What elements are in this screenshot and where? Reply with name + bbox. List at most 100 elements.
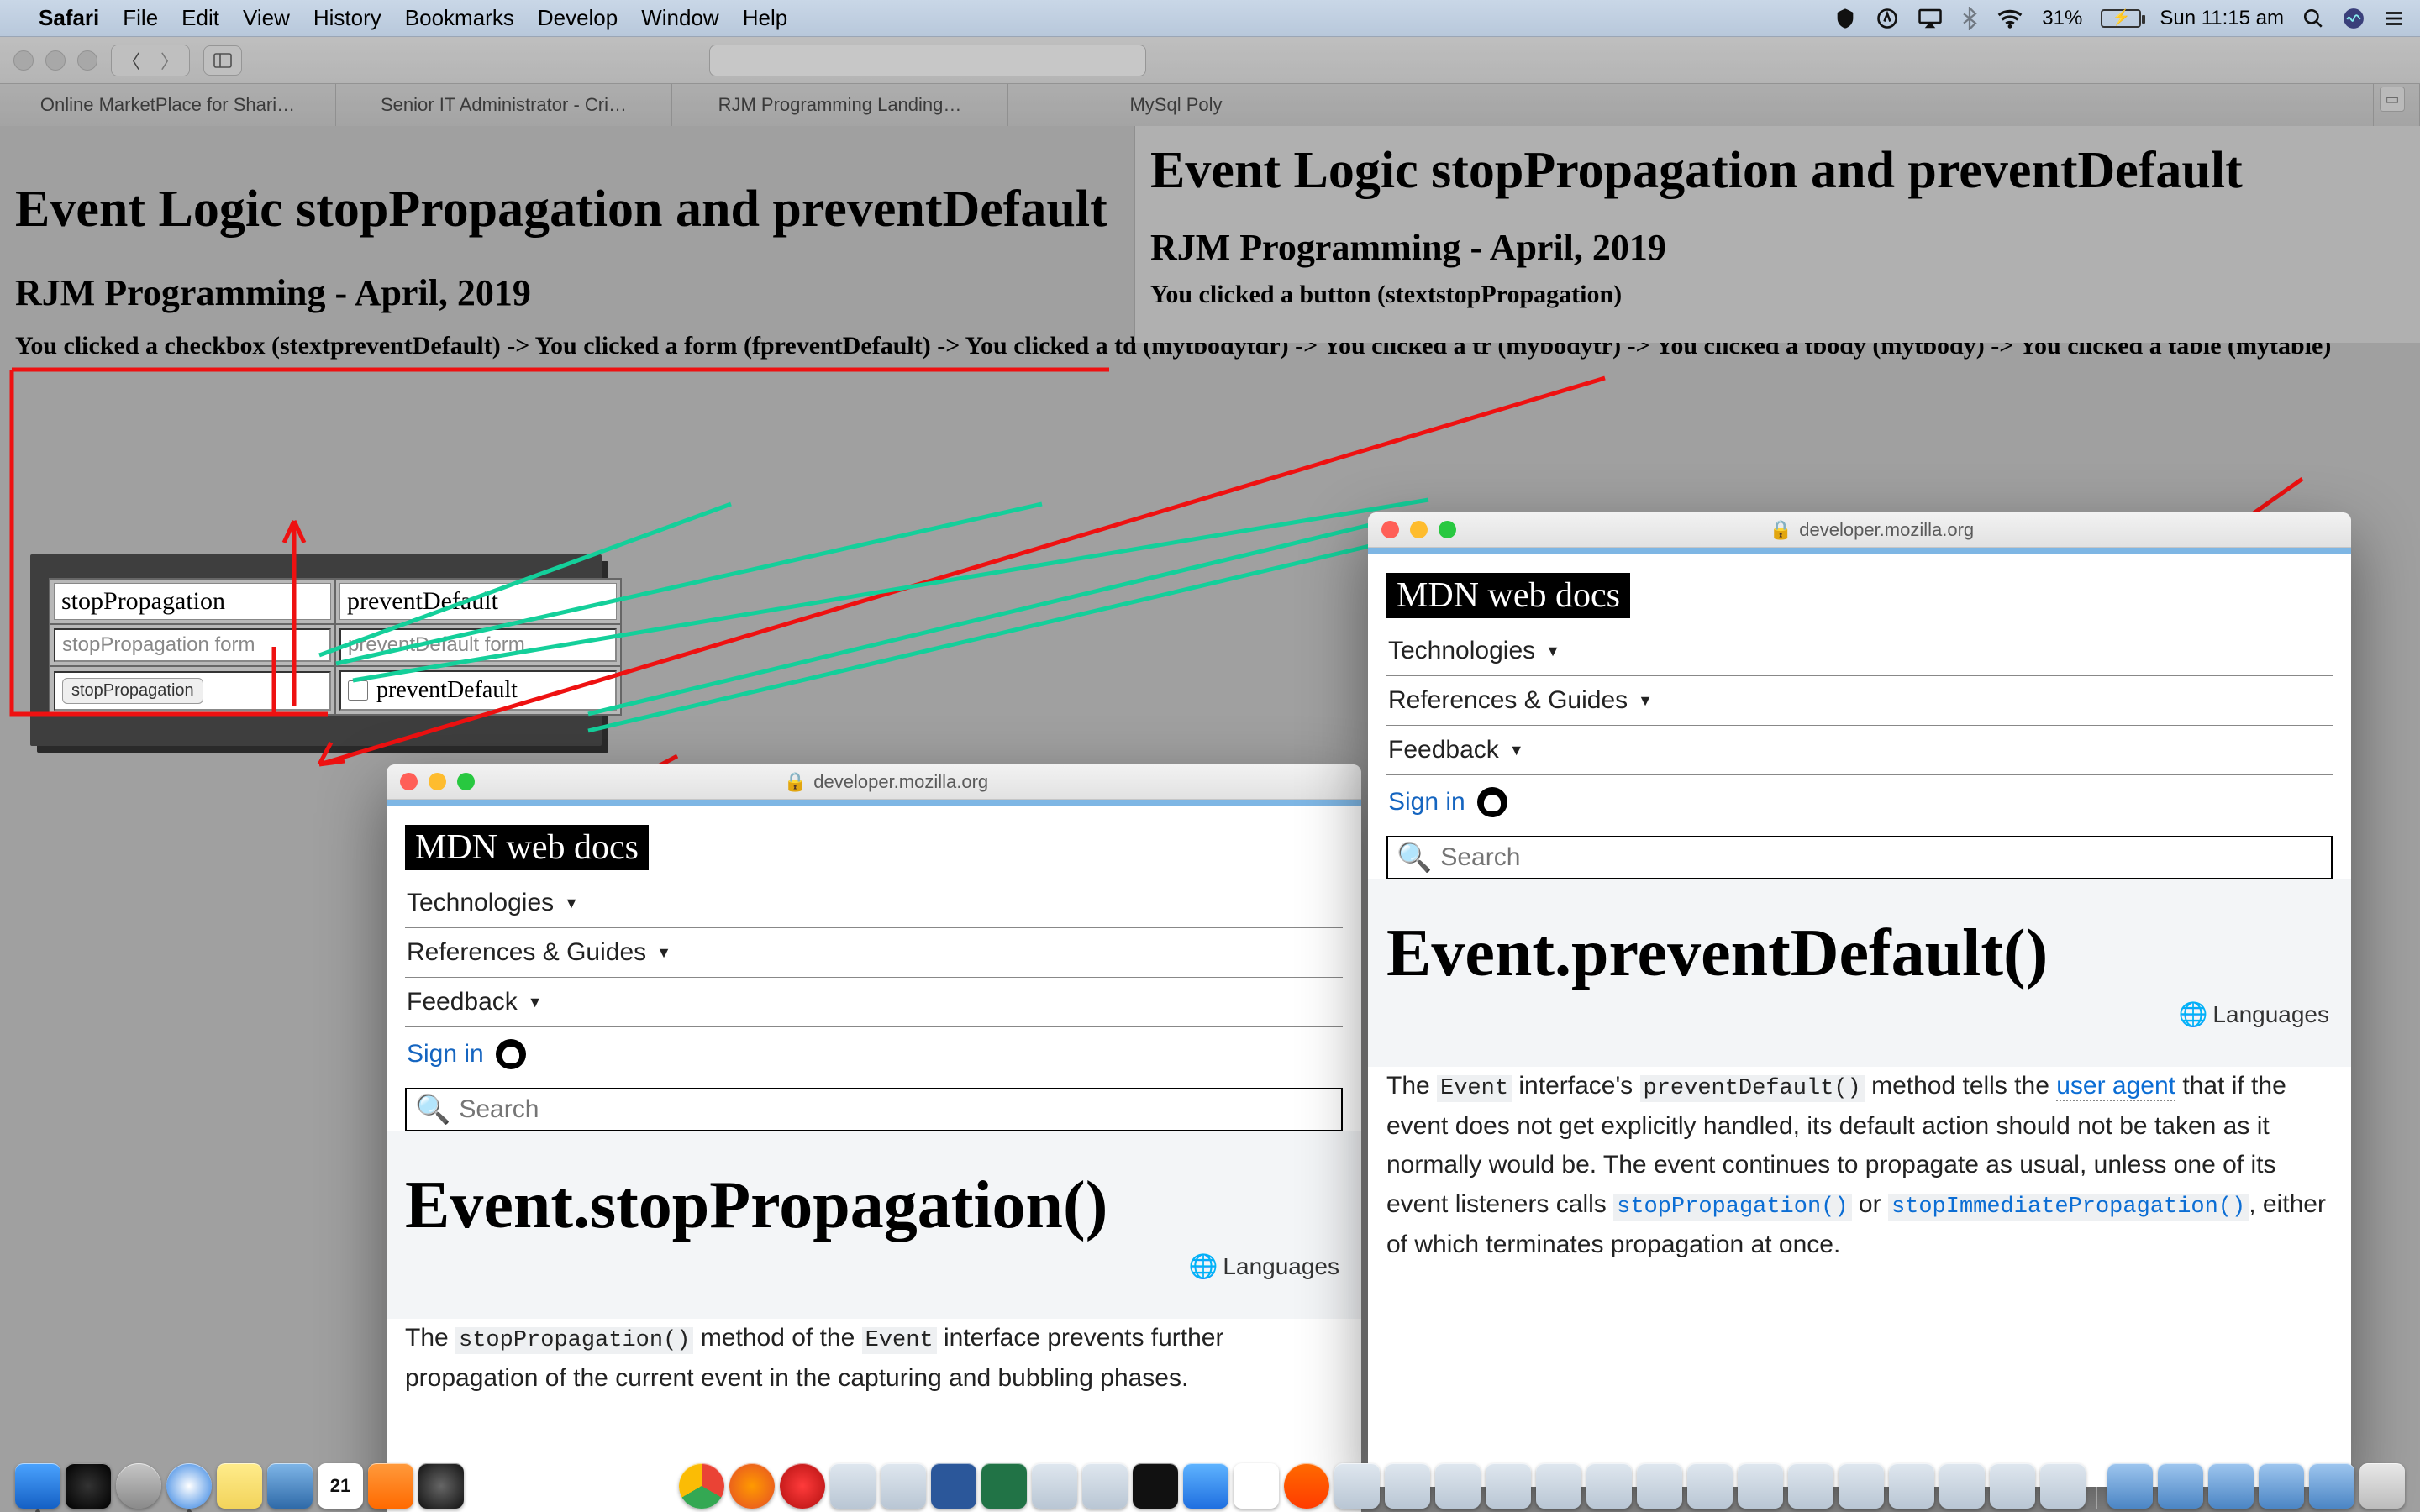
window-controls[interactable] (13, 50, 97, 71)
menu-develop[interactable]: Develop (538, 5, 618, 31)
menu-view[interactable]: View (243, 5, 290, 31)
search-input[interactable] (459, 1095, 1333, 1124)
dock-app[interactable] (2040, 1463, 2086, 1509)
dock-app[interactable] (1738, 1463, 1783, 1509)
dock-books[interactable] (368, 1463, 413, 1509)
mdn-window-stoppropagation[interactable]: 🔒developer.mozilla.org MDN web docs Tech… (387, 764, 1361, 1512)
zoom-button[interactable] (1439, 521, 1456, 538)
search-field[interactable]: 🔍 (405, 1088, 1343, 1131)
mdn-logo[interactable]: MDN web docs (1386, 573, 1630, 618)
dock-app[interactable] (1637, 1463, 1682, 1509)
sidebar-toggle-button[interactable] (203, 45, 242, 76)
dock-finder[interactable] (15, 1463, 60, 1509)
dock-mail[interactable] (1183, 1463, 1228, 1509)
window-titlebar[interactable]: 🔒developer.mozilla.org (1368, 512, 2351, 548)
search-input[interactable] (1440, 843, 2323, 872)
mdn-window-preventdefault[interactable]: 🔒developer.mozilla.org MDN web docs Tech… (1368, 512, 2351, 1487)
dock-app[interactable] (1939, 1463, 1985, 1509)
dock-trash[interactable] (2360, 1463, 2405, 1509)
dock-opera[interactable] (780, 1463, 825, 1509)
dock-quicktime[interactable] (418, 1463, 464, 1509)
battery-icon[interactable]: ⚡ (2101, 9, 2141, 28)
menubar-clock[interactable]: Sun 11:15 am (2160, 7, 2284, 30)
dock-app[interactable] (881, 1463, 926, 1509)
stoppropagation-form-input[interactable] (54, 628, 331, 662)
window-titlebar[interactable]: 🔒developer.mozilla.org (387, 764, 1361, 800)
wifi-icon[interactable] (1996, 8, 2023, 29)
table-row[interactable]: stopPropagation preventDefault (50, 579, 621, 624)
mdn-logo[interactable]: MDN web docs (405, 825, 649, 870)
dock-app[interactable] (1486, 1463, 1531, 1509)
dock-app[interactable] (830, 1463, 876, 1509)
close-button[interactable] (400, 773, 418, 790)
preventdefault-checkbox[interactable] (348, 680, 368, 701)
dock-calendar[interactable]: 21 (318, 1463, 363, 1509)
back-button[interactable]: 〈 (112, 45, 150, 76)
dock-app[interactable] (1586, 1463, 1632, 1509)
stoppropagation-link[interactable]: stopPropagation() (1617, 1194, 1848, 1220)
siri-icon[interactable] (2343, 8, 2365, 29)
td-stoppropagation-button[interactable]: stopPropagation (50, 666, 335, 715)
close-button[interactable] (1381, 521, 1399, 538)
dock-textedit[interactable] (1234, 1463, 1279, 1509)
forward-button[interactable]: 〉 (150, 45, 189, 76)
user-agent-link[interactable]: user agent (2056, 1072, 2175, 1101)
tab-1[interactable]: Online MarketPlace for Shari… (0, 84, 336, 126)
stoppropagation-button[interactable]: stopPropagation (62, 678, 203, 704)
search-field[interactable]: 🔍 (1386, 836, 2333, 879)
dock-app[interactable] (1385, 1463, 1430, 1509)
td-preventdefault-checkbox[interactable]: preventDefault (335, 666, 621, 715)
dock-folder[interactable] (2309, 1463, 2354, 1509)
preventdefault-form-input[interactable] (339, 628, 617, 662)
menu-history[interactable]: History (313, 5, 381, 31)
spotlight-icon[interactable] (2302, 8, 2324, 29)
demo-table-container[interactable]: stopPropagation preventDefault stopPropa… (30, 554, 602, 746)
dock-preview[interactable] (267, 1463, 313, 1509)
nav-technologies[interactable]: Technologies▼ (1386, 627, 2333, 676)
sign-in-link[interactable]: Sign in (405, 1027, 1343, 1084)
dock-ms-excel[interactable] (981, 1463, 1027, 1509)
bluetooth-icon[interactable] (1961, 7, 1978, 30)
nav-references[interactable]: References & Guides▼ (1386, 676, 2333, 726)
demo-table[interactable]: stopPropagation preventDefault stopPropa… (49, 578, 622, 716)
dock-firefox[interactable] (729, 1463, 775, 1509)
dock-folder[interactable] (2158, 1463, 2203, 1509)
menu-edit[interactable]: Edit (182, 5, 219, 31)
tab-3[interactable]: RJM Programming Landing… (672, 84, 1008, 126)
dock-brave[interactable] (1284, 1463, 1329, 1509)
dock-app[interactable] (1334, 1463, 1380, 1509)
dock-app[interactable] (1435, 1463, 1481, 1509)
nav-references[interactable]: References & Guides▼ (405, 928, 1343, 978)
dock-app[interactable] (1082, 1463, 1128, 1509)
airplay-icon[interactable] (1918, 8, 1943, 29)
malwarebytes-icon[interactable] (1833, 7, 1857, 30)
td-preventdefault-head[interactable]: preventDefault (335, 579, 621, 624)
address-bar[interactable] (709, 45, 1146, 76)
menu-file[interactable]: File (123, 5, 158, 31)
languages-button[interactable]: 🌐Languages (1386, 994, 2333, 1043)
table-row[interactable] (50, 624, 621, 666)
stopimmediatepropagation-link[interactable]: stopImmediatePropagation() (1891, 1194, 2245, 1220)
dock-app[interactable] (1788, 1463, 1833, 1509)
td-stoppropagation-head[interactable]: stopPropagation (50, 579, 335, 624)
nav-technologies[interactable]: Technologies▼ (405, 879, 1343, 928)
nav-feedback[interactable]: Feedback▼ (405, 978, 1343, 1027)
dock-app[interactable] (1839, 1463, 1884, 1509)
menu-bookmarks[interactable]: Bookmarks (405, 5, 514, 31)
show-all-tabs-button[interactable]: ▭ (2380, 87, 2405, 112)
table-row[interactable]: stopPropagation preventDefault (50, 666, 621, 715)
minimize-button[interactable] (1410, 521, 1428, 538)
dock-ms-word[interactable] (931, 1463, 976, 1509)
td-preventdefault-form[interactable] (335, 624, 621, 666)
tab-4[interactable]: MySql Poly (1008, 84, 1344, 126)
sign-in-link[interactable]: Sign in (1386, 775, 2333, 832)
dock-app[interactable] (1032, 1463, 1077, 1509)
dock-app[interactable] (1990, 1463, 2035, 1509)
dock-app[interactable] (1687, 1463, 1733, 1509)
dock-terminal[interactable] (1133, 1463, 1178, 1509)
tab-2[interactable]: Senior IT Administrator - Cri… (336, 84, 672, 126)
dock-launchpad[interactable] (116, 1463, 161, 1509)
minimize-button[interactable] (429, 773, 446, 790)
dock-app[interactable] (1889, 1463, 1934, 1509)
dock-dashboard[interactable] (66, 1463, 111, 1509)
